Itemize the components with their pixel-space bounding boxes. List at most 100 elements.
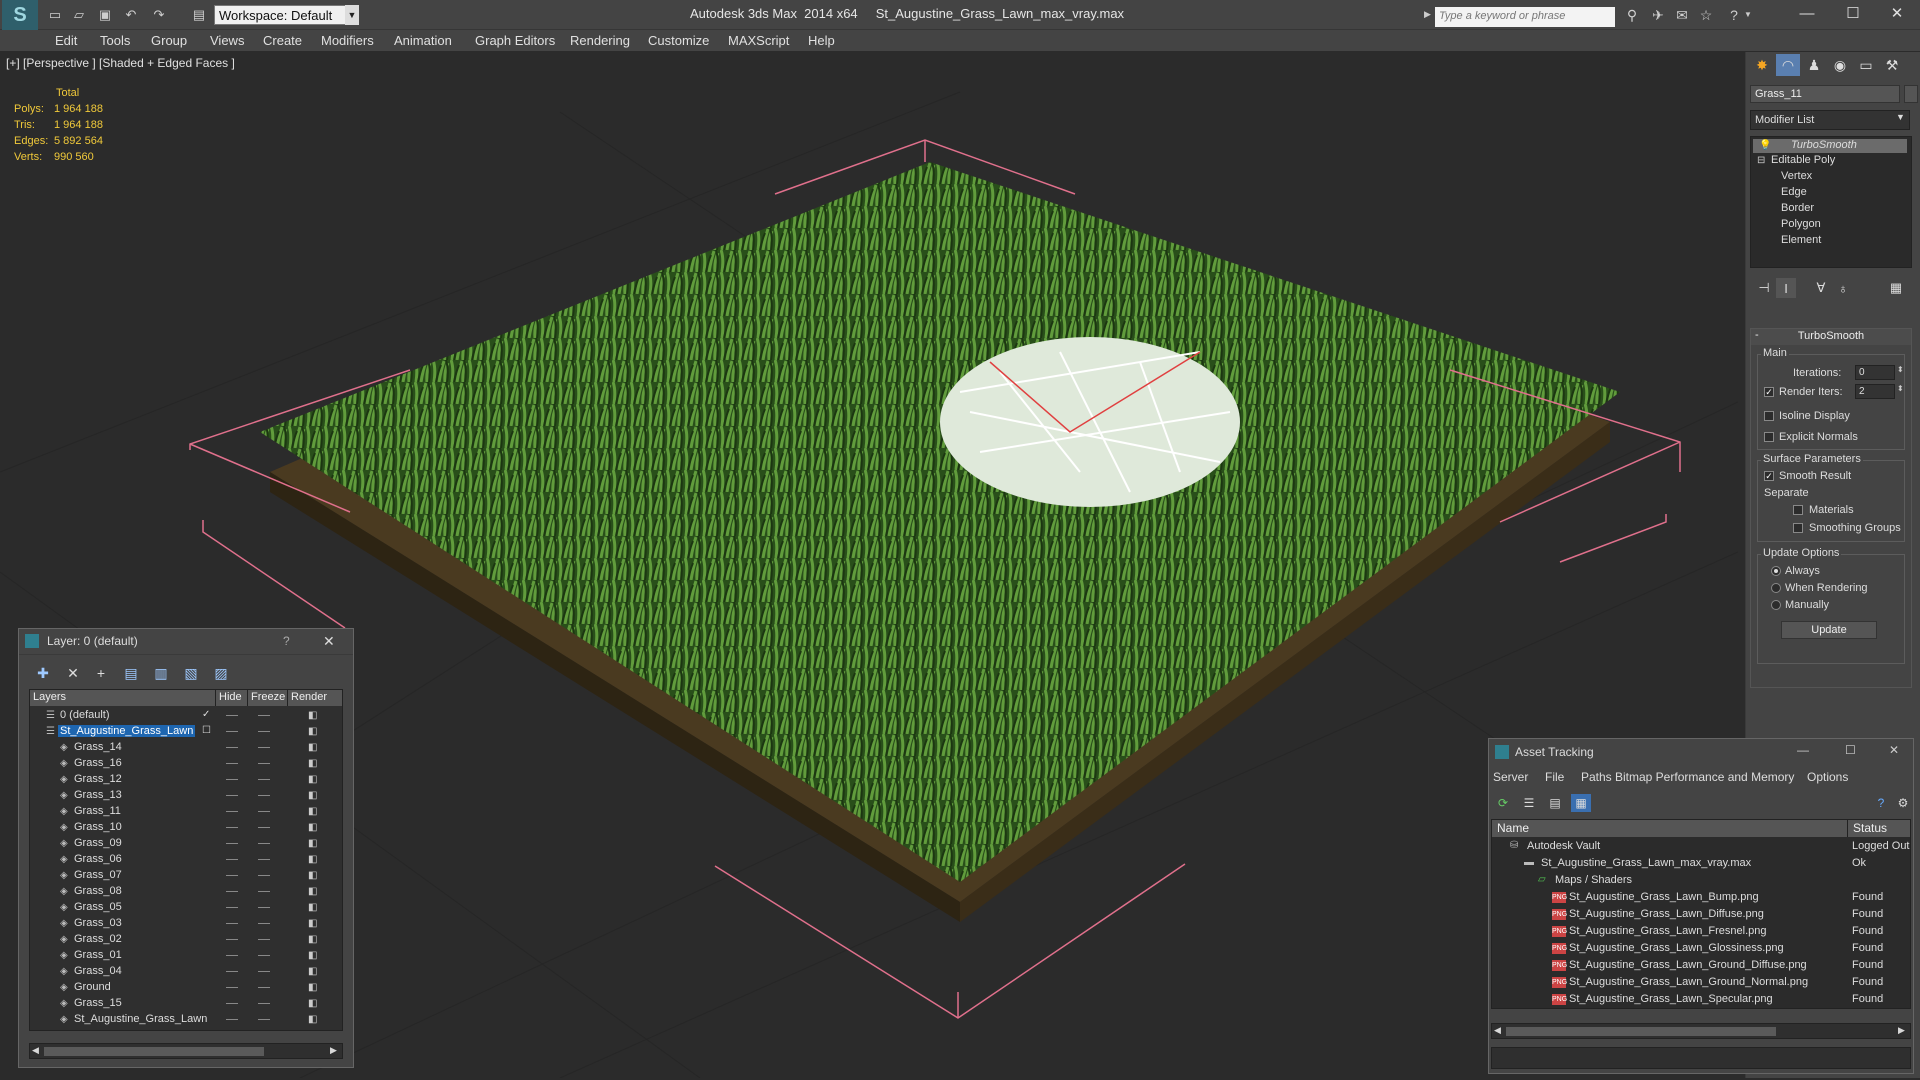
layer-row[interactable]: ◈ Grass_01 ◧ [30, 948, 342, 964]
collapse-icon[interactable]: ⊟ [1757, 155, 1765, 166]
render-toggle-icon[interactable]: ◧ [308, 886, 317, 897]
undo-icon[interactable]: ↶ [122, 6, 140, 24]
hide-toggle[interactable] [226, 779, 238, 780]
stack-item-element[interactable]: Element [1781, 234, 1821, 246]
freeze-toggle[interactable] [258, 1019, 270, 1020]
menu-help[interactable]: Help [808, 33, 835, 48]
stack-item-border[interactable]: Border [1781, 202, 1814, 214]
column-header-hide[interactable]: Hide [216, 690, 248, 706]
menu-file[interactable]: File [1545, 770, 1564, 784]
help-icon[interactable]: ? [1724, 6, 1744, 24]
isoline-display-checkbox[interactable] [1764, 411, 1774, 421]
minimize-icon[interactable]: — [1797, 743, 1809, 757]
layer-row[interactable]: ◈ Grass_07 ◧ [30, 868, 342, 884]
layer-row[interactable]: ◈ Grass_09 ◧ [30, 836, 342, 852]
modify-tab-icon[interactable]: ◠ [1776, 54, 1800, 76]
object-name-field[interactable]: Grass_11 [1750, 85, 1900, 103]
menu-tools[interactable]: Tools [100, 33, 130, 48]
redo-icon[interactable]: ↷ [150, 6, 168, 24]
menu-animation[interactable]: Animation [394, 33, 452, 48]
hide-toggle[interactable] [226, 955, 238, 956]
expand-arrow-icon[interactable]: ▶ [1424, 9, 1431, 20]
menu-maxscript[interactable]: MAXScript [728, 33, 789, 48]
motion-tab-icon[interactable]: ◉ [1828, 54, 1852, 76]
workspace-dropdown[interactable]: Workspace: Default [214, 5, 359, 25]
render-toggle-icon[interactable]: ◧ [308, 854, 317, 865]
communication-icon[interactable]: ✉ [1672, 6, 1692, 24]
asset-row[interactable]: ⛁ Autodesk Vault Logged Out [1492, 838, 1910, 855]
hide-toggle[interactable] [226, 1019, 238, 1020]
new-file-icon[interactable]: ▭ [46, 6, 64, 24]
menu-views[interactable]: Views [210, 33, 244, 48]
set-current-layer-icon[interactable]: ☐ [202, 725, 211, 736]
iterations-spinner[interactable]: 0 [1855, 365, 1895, 380]
project-folder-icon[interactable]: ▤ [190, 6, 208, 24]
hide-toggle[interactable] [226, 715, 238, 716]
render-toggle-icon[interactable]: ◧ [308, 726, 317, 737]
layer-row[interactable]: ◈ Grass_02 ◧ [30, 932, 342, 948]
asset-row[interactable]: PNG St_Augustine_Grass_Lawn_Bump.png Found [1492, 889, 1910, 906]
pin-stack-icon[interactable]: ⊣ [1754, 278, 1774, 298]
hide-toggle[interactable] [226, 731, 238, 732]
layer-dialog-titlebar[interactable]: Layer: 0 (default) ? ✕ [19, 629, 353, 655]
layer-row[interactable]: ☰ St_Augustine_Grass_Lawn ☐ ◧ [30, 724, 342, 740]
layer-row[interactable]: ◈ Grass_05 ◧ [30, 900, 342, 916]
freeze-all-layers-icon[interactable]: ▨ [209, 663, 233, 683]
freeze-toggle[interactable] [258, 715, 270, 716]
show-end-result-icon[interactable]: I [1776, 278, 1796, 298]
render-toggle-icon[interactable]: ◧ [308, 982, 317, 993]
tree-view-icon[interactable]: ▤ [1545, 794, 1565, 812]
hide-toggle[interactable] [226, 971, 238, 972]
hide-toggle[interactable] [226, 1003, 238, 1004]
layer-row[interactable]: ◈ Grass_14 ◧ [30, 740, 342, 756]
menu-options[interactable]: Options [1807, 770, 1848, 784]
layer-row[interactable]: ◈ Grass_13 ◧ [30, 788, 342, 804]
delete-layer-icon[interactable]: ✕ [61, 663, 85, 683]
refresh-icon[interactable]: ⟳ [1493, 794, 1513, 812]
menu-rendering[interactable]: Rendering [570, 33, 630, 48]
hide-toggle[interactable] [226, 763, 238, 764]
render-toggle-icon[interactable]: ◧ [308, 758, 317, 769]
object-color-swatch[interactable] [1904, 85, 1918, 103]
layer-row[interactable]: ◈ Grass_11 ◧ [30, 804, 342, 820]
highlight-selected-icon[interactable]: ▥ [149, 663, 173, 683]
menu-graph-editors[interactable]: Graph Editors [475, 33, 555, 48]
freeze-toggle[interactable] [258, 923, 270, 924]
layer-horizontal-scrollbar[interactable]: ◀ ▶ [29, 1043, 343, 1059]
hide-toggle[interactable] [226, 843, 238, 844]
column-header-render[interactable]: Render [288, 690, 342, 706]
current-layer-check-icon[interactable]: ✓ [202, 709, 210, 720]
menu-create[interactable]: Create [263, 33, 302, 48]
when-rendering-radio[interactable] [1771, 583, 1781, 593]
menu-server[interactable]: Server [1493, 770, 1528, 784]
subscription-icon[interactable]: ✈ [1648, 6, 1668, 24]
close-icon[interactable]: ✕ [1889, 743, 1899, 757]
freeze-toggle[interactable] [258, 763, 270, 764]
render-toggle-icon[interactable]: ◧ [308, 902, 317, 913]
column-header-status[interactable]: Status [1848, 820, 1910, 837]
maximize-icon[interactable]: ☐ [1845, 743, 1856, 757]
column-header-layers[interactable]: Layers [30, 690, 216, 706]
asset-row[interactable]: ▬ St_Augustine_Grass_Lawn_max_vray.max Ok [1492, 855, 1910, 872]
spinner-arrows-icon[interactable]: ⬍ [1897, 365, 1904, 374]
remove-modifier-icon[interactable]: ♁ [1833, 278, 1853, 298]
layer-row[interactable]: ◈ Grass_12 ◧ [30, 772, 342, 788]
layer-row[interactable]: ◈ Grass_15 ◧ [30, 996, 342, 1012]
freeze-toggle[interactable] [258, 811, 270, 812]
display-tab-icon[interactable]: ▭ [1854, 54, 1878, 76]
freeze-toggle[interactable] [258, 859, 270, 860]
always-radio[interactable] [1771, 566, 1781, 576]
chevron-down-icon[interactable]: ▼ [345, 5, 359, 25]
render-iters-checkbox[interactable]: ✓ [1764, 387, 1774, 397]
maximize-icon[interactable]: ☐ [1830, 0, 1876, 26]
3dsmax-logo-icon[interactable]: S [2, 0, 38, 30]
layer-row[interactable]: ☰ 0 (default) ✓ ◧ [30, 708, 342, 724]
layer-row[interactable]: ◈ Ground ◧ [30, 980, 342, 996]
asset-row[interactable]: PNG St_Augustine_Grass_Lawn_Ground_Normal… [1492, 974, 1910, 991]
layer-row[interactable]: ◈ Grass_08 ◧ [30, 884, 342, 900]
layer-row[interactable]: ◈ Grass_16 ◧ [30, 756, 342, 772]
render-toggle-icon[interactable]: ◧ [308, 950, 317, 961]
asset-row[interactable]: PNG St_Augustine_Grass_Lawn_Diffuse.png Fo… [1492, 906, 1910, 923]
layer-row[interactable]: ◈ Grass_06 ◧ [30, 852, 342, 868]
manually-radio[interactable] [1771, 600, 1781, 610]
